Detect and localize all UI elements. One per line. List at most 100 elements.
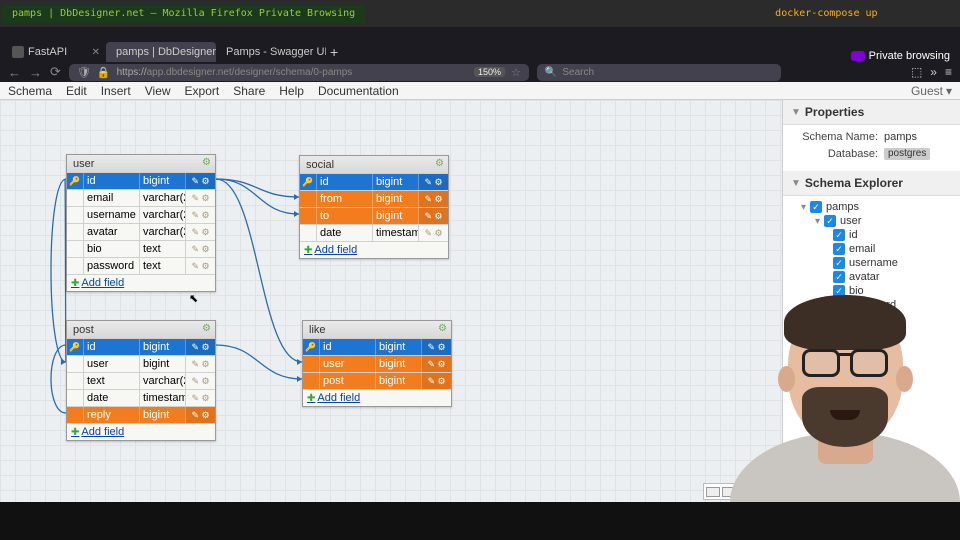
add-field-link[interactable]: ✚Add field bbox=[303, 389, 451, 406]
table-header[interactable]: post⚙ bbox=[67, 321, 215, 338]
field-actions[interactable]: ✎ ⚙ bbox=[185, 258, 215, 274]
field-row[interactable]: biotext✎ ⚙ bbox=[67, 240, 215, 257]
field-actions[interactable]: ✎ ⚙ bbox=[185, 390, 215, 406]
overflow-icon[interactable]: » bbox=[930, 65, 937, 79]
reload-button[interactable]: ⟳ bbox=[50, 64, 61, 80]
browser-tab[interactable]: Pamps - Swagger UI ✕ bbox=[216, 42, 326, 62]
new-tab-button[interactable]: + bbox=[330, 44, 338, 60]
field-row[interactable]: 🔑idbigint✎ ⚙ bbox=[303, 338, 451, 355]
guest-label[interactable]: Guest bbox=[911, 84, 943, 98]
field-actions[interactable]: ✎ ⚙ bbox=[185, 207, 215, 223]
table-like[interactable]: like⚙🔑idbigint✎ ⚙userbigint✎ ⚙postbigint… bbox=[302, 320, 452, 407]
field-row[interactable]: passwordtext✎ ⚙ bbox=[67, 257, 215, 274]
hamburger-icon[interactable]: ≡ bbox=[945, 65, 952, 79]
checkbox-icon[interactable]: ✓ bbox=[833, 229, 845, 241]
field-row[interactable]: userbigint✎ ⚙ bbox=[303, 355, 451, 372]
schema-canvas[interactable]: user⚙🔑idbigint✎ ⚙emailvarchar(255)✎ ⚙use… bbox=[0, 100, 782, 502]
checkbox-icon[interactable]: ✓ bbox=[833, 285, 845, 297]
field-actions[interactable]: ✎ ⚙ bbox=[418, 174, 448, 190]
gear-icon[interactable]: ⚙ bbox=[202, 323, 211, 334]
field-actions[interactable]: ✎ ⚙ bbox=[185, 407, 215, 423]
checkbox-icon[interactable]: ✓ bbox=[833, 243, 845, 255]
tree-item[interactable]: ✓id bbox=[801, 228, 956, 242]
database-badge[interactable]: postgres bbox=[884, 148, 930, 160]
forward-button[interactable]: → bbox=[29, 65, 42, 80]
checkbox-icon[interactable]: ✓ bbox=[833, 271, 845, 283]
field-row[interactable]: datetimestamp✎ ⚙ bbox=[67, 389, 215, 406]
table-post[interactable]: post⚙🔑idbigint✎ ⚙userbigint✎ ⚙textvarcha… bbox=[66, 320, 216, 441]
field-actions[interactable]: ✎ ⚙ bbox=[418, 208, 448, 224]
gear-icon[interactable]: ⚙ bbox=[438, 323, 447, 334]
tree-item[interactable]: ▾✓user bbox=[801, 214, 956, 228]
field-row[interactable]: textvarchar(255)✎ ⚙ bbox=[67, 372, 215, 389]
field-row[interactable]: frombigint✎ ⚙ bbox=[300, 190, 448, 207]
field-row[interactable]: usernamevarchar(255)✎ ⚙ bbox=[67, 206, 215, 223]
menu-insert[interactable]: Insert bbox=[101, 84, 131, 98]
zoom-badge[interactable]: 150% bbox=[474, 67, 505, 77]
tree-item[interactable]: ✓username bbox=[801, 256, 956, 270]
gear-icon[interactable]: ⚙ bbox=[435, 158, 444, 169]
checkbox-icon[interactable]: ✓ bbox=[833, 257, 845, 269]
field-actions[interactable]: ✎ ⚙ bbox=[185, 224, 215, 240]
menu-export[interactable]: Export bbox=[185, 84, 220, 98]
minimap-button[interactable] bbox=[706, 487, 720, 497]
field-row[interactable]: postbigint✎ ⚙ bbox=[303, 372, 451, 389]
table-header[interactable]: social⚙ bbox=[300, 156, 448, 173]
table-header[interactable]: user⚙ bbox=[67, 155, 215, 172]
table-header[interactable]: like⚙ bbox=[303, 321, 451, 338]
field-actions[interactable]: ✎ ⚙ bbox=[185, 339, 215, 355]
field-actions[interactable]: ✎ ⚙ bbox=[421, 339, 451, 355]
download-icon[interactable]: ⬚ bbox=[911, 65, 922, 79]
menu-share[interactable]: Share bbox=[233, 84, 265, 98]
browser-tab[interactable]: FastAPI ✕ bbox=[6, 42, 106, 62]
field-row[interactable]: replybigint✎ ⚙ bbox=[67, 406, 215, 423]
close-icon[interactable]: ✕ bbox=[92, 47, 100, 58]
url-bar[interactable]: 🛡 🔒 https://app.dbdesigner.net/designer/… bbox=[69, 64, 529, 81]
tree-item[interactable]: ✓password bbox=[801, 298, 956, 312]
field-row[interactable]: emailvarchar(255)✎ ⚙ bbox=[67, 189, 215, 206]
back-button[interactable]: ← bbox=[8, 65, 21, 80]
table-social[interactable]: social⚙🔑idbigint✎ ⚙frombigint✎ ⚙tobigint… bbox=[299, 155, 449, 259]
checkbox-icon[interactable]: ✓ bbox=[824, 215, 836, 227]
field-row[interactable]: tobigint✎ ⚙ bbox=[300, 207, 448, 224]
field-actions[interactable]: ✎ ⚙ bbox=[418, 225, 448, 241]
bookmark-icon[interactable]: ☆ bbox=[511, 66, 521, 79]
menu-schema[interactable]: Schema bbox=[8, 84, 52, 98]
field-actions[interactable]: ✎ ⚙ bbox=[418, 191, 448, 207]
field-row[interactable]: userbigint✎ ⚙ bbox=[67, 355, 215, 372]
browser-tab[interactable]: pamps | DbDesigner.net ✕ bbox=[106, 42, 216, 62]
field-row[interactable]: 🔑idbigint✎ ⚙ bbox=[300, 173, 448, 190]
properties-header[interactable]: ▼ Properties bbox=[783, 100, 960, 125]
minimap-button[interactable] bbox=[722, 487, 736, 497]
menu-view[interactable]: View bbox=[145, 84, 171, 98]
field-row[interactable]: avatarvarchar(255)✎ ⚙ bbox=[67, 223, 215, 240]
add-field-link[interactable]: ✚Add field bbox=[67, 274, 215, 291]
field-actions[interactable]: ✎ ⚙ bbox=[185, 373, 215, 389]
field-actions[interactable]: ✎ ⚙ bbox=[421, 356, 451, 372]
tree-item[interactable]: ✓avatar bbox=[801, 270, 956, 284]
explorer-header[interactable]: ▼ Schema Explorer bbox=[783, 171, 960, 196]
table-user[interactable]: user⚙🔑idbigint✎ ⚙emailvarchar(255)✎ ⚙use… bbox=[66, 154, 216, 292]
tree-item[interactable]: ✓bio bbox=[801, 284, 956, 298]
gear-icon[interactable]: ⚙ bbox=[202, 157, 211, 168]
checkbox-icon[interactable]: ✓ bbox=[810, 201, 822, 213]
field-row[interactable]: 🔑idbigint✎ ⚙ bbox=[67, 338, 215, 355]
tree-item[interactable]: ✓email bbox=[801, 242, 956, 256]
field-actions[interactable]: ✎ ⚙ bbox=[421, 373, 451, 389]
os-window-tab[interactable]: pamps | DbDesigner.net — Mozilla Firefox… bbox=[2, 5, 365, 23]
add-field-link[interactable]: ✚Add field bbox=[67, 423, 215, 440]
menu-documentation[interactable]: Documentation bbox=[318, 84, 399, 98]
field-actions[interactable]: ✎ ⚙ bbox=[185, 190, 215, 206]
add-field-link[interactable]: ✚Add field bbox=[300, 241, 448, 258]
field-actions[interactable]: ✎ ⚙ bbox=[185, 241, 215, 257]
checkbox-icon[interactable]: ✓ bbox=[833, 299, 845, 311]
tree-item[interactable]: ▾✓pamps bbox=[801, 200, 956, 214]
menu-edit[interactable]: Edit bbox=[66, 84, 87, 98]
field-actions[interactable]: ✎ ⚙ bbox=[185, 173, 215, 189]
search-bar[interactable]: 🔍 Search bbox=[537, 64, 781, 81]
menu-help[interactable]: Help bbox=[279, 84, 304, 98]
minimap[interactable] bbox=[703, 483, 778, 500]
field-row[interactable]: datetimestamp✎ ⚙ bbox=[300, 224, 448, 241]
field-actions[interactable]: ✎ ⚙ bbox=[185, 356, 215, 372]
field-row[interactable]: 🔑idbigint✎ ⚙ bbox=[67, 172, 215, 189]
